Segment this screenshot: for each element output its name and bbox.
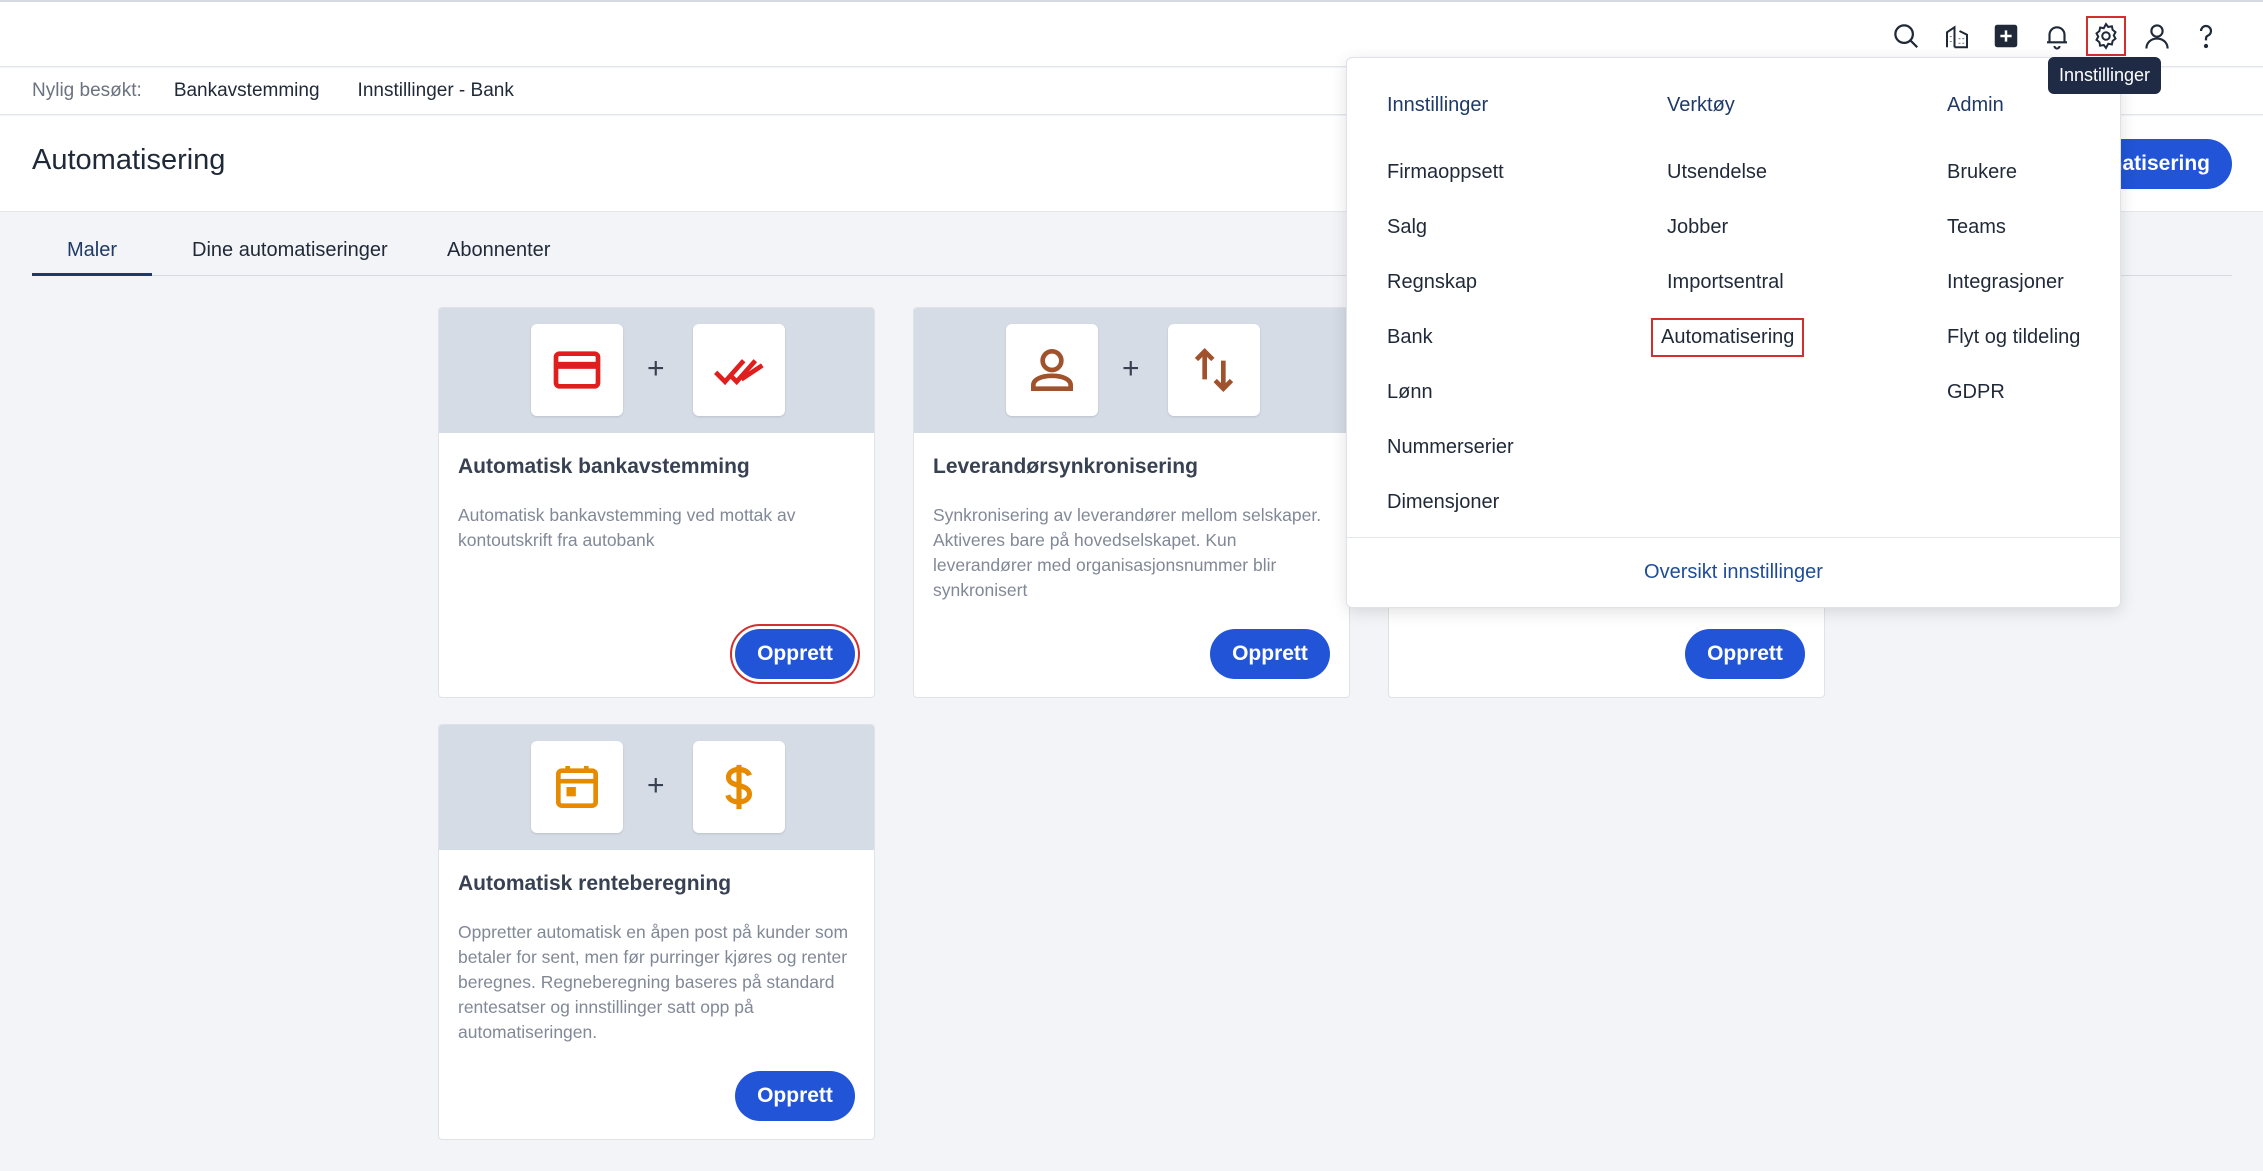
gear-icon[interactable] [2086, 16, 2126, 56]
menu-item-utsendelse[interactable]: Utsendelse [1667, 145, 1802, 200]
menu-item-brukere[interactable]: Brukere [1947, 145, 2080, 200]
settings-overview-link[interactable]: Oversikt innstillinger [1347, 537, 2120, 607]
dropdown-column-innstillinger: Innstillinger Firmaoppsett Salg Regnskap… [1387, 90, 1514, 530]
swap-arrows-icon [1168, 324, 1260, 416]
dollar-icon [693, 741, 785, 833]
recent-link-innstillinger-bank[interactable]: Innstillinger - Bank [358, 80, 514, 102]
calendar-icon [531, 741, 623, 833]
column-heading: Admin [1947, 94, 2004, 116]
column-heading: Verktøy [1667, 94, 1735, 116]
menu-item-integrasjoner[interactable]: Integrasjoner [1947, 255, 2080, 310]
bell-icon[interactable] [2039, 18, 2075, 54]
menu-item-automatisering-label[interactable]: Automatisering [1650, 318, 1805, 357]
tab-dine-automatiseringer[interactable]: Dine automatiseringer [192, 239, 388, 262]
menu-item-dimensjoner[interactable]: Dimensjoner [1387, 475, 1514, 530]
card-description: Automatisk bankavstemming ved mottak av … [458, 505, 796, 550]
dropdown-column-admin: Admin Brukere Teams Integrasjoner Flyt o… [1947, 90, 2080, 420]
menu-item-jobber[interactable]: Jobber [1667, 200, 1802, 255]
card-title: Automatisk renteberegning [458, 872, 732, 895]
tab-abonnenter[interactable]: Abonnenter [447, 239, 550, 262]
user-icon[interactable] [2139, 18, 2175, 54]
settings-dropdown: Innstillinger Firmaoppsett Salg Regnskap… [1346, 57, 2121, 608]
card-header: + [439, 308, 874, 433]
card-header: + [914, 308, 1349, 433]
plus-icon: + [647, 352, 665, 385]
search-icon[interactable] [1888, 18, 1924, 54]
card-title: Leverandørsynkronisering [933, 455, 1198, 478]
menu-item-importsentral[interactable]: Importsentral [1667, 255, 1802, 310]
menu-item-flyt-og-tildeling[interactable]: Flyt og tildeling [1947, 310, 2080, 365]
menu-item-nummerserier[interactable]: Nummerserier [1387, 420, 1514, 475]
menu-item-gdpr[interactable]: GDPR [1947, 365, 2080, 420]
menu-item-firmaoppsett[interactable]: Firmaoppsett [1387, 145, 1514, 200]
plus-icon: + [647, 769, 665, 802]
double-check-icon [693, 324, 785, 416]
recent-link-bankavstemming[interactable]: Bankavstemming [174, 80, 320, 102]
card-header: + [439, 725, 874, 850]
template-card-renteberegning: + Automatisk renteberegning Oppretter au… [438, 724, 875, 1140]
dropdown-column-verktoy: Verktøy Utsendelse Jobber Importsentral … [1650, 90, 1805, 365]
card-title: Automatisk bankavstemming [458, 455, 750, 478]
menu-item-bank[interactable]: Bank [1387, 310, 1514, 365]
add-square-icon[interactable] [1988, 18, 2024, 54]
plus-icon: + [1122, 352, 1140, 385]
menu-item-automatisering[interactable]: Automatisering [1650, 310, 1805, 365]
menu-item-lonn[interactable]: Lønn [1387, 365, 1514, 420]
create-button[interactable]: Opprett [735, 1071, 855, 1121]
menu-item-teams[interactable]: Teams [1947, 200, 2080, 255]
settings-tooltip: Innstillinger [2048, 57, 2162, 94]
card-description: Synkronisering av leverandører mellom se… [933, 505, 1322, 600]
template-card-bankavstemming: + Automatisk bankavstemming Automatisk b… [438, 307, 875, 698]
card-description: Oppretter automatisk en åpen post på kun… [458, 922, 849, 1042]
buildings-icon[interactable] [1939, 18, 1975, 54]
column-heading: Innstillinger [1387, 94, 1489, 116]
active-tab-indicator [32, 273, 152, 276]
help-icon[interactable] [2188, 18, 2224, 54]
menu-item-regnskap[interactable]: Regnskap [1387, 255, 1514, 310]
create-button[interactable]: Opprett [1685, 629, 1805, 679]
menu-item-salg[interactable]: Salg [1387, 200, 1514, 255]
create-button[interactable]: Opprett [730, 624, 860, 684]
template-card-leverandorsynkronisering: + Leverandørsynkronisering Synkroniserin… [913, 307, 1350, 698]
create-button[interactable]: Opprett [1210, 629, 1330, 679]
credit-card-icon [531, 324, 623, 416]
page-title: Automatisering [32, 144, 226, 176]
person-icon [1006, 324, 1098, 416]
tab-maler[interactable]: Maler [67, 239, 117, 262]
recently-visited-label: Nylig besøkt: [32, 80, 142, 101]
